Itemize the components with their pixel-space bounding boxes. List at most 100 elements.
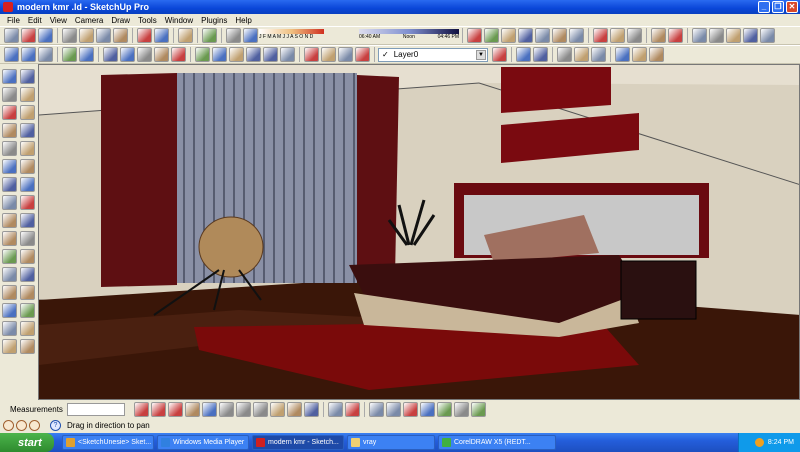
menu-help[interactable]: Help (231, 16, 255, 25)
vray-cam-icon[interactable] (344, 401, 360, 417)
task-sketchup-1[interactable]: <SketchUnesie> Sket... (62, 435, 154, 450)
plugin-gear-icon[interactable] (453, 401, 469, 417)
vray-options-icon[interactable] (150, 401, 166, 417)
back-edges-icon[interactable] (171, 47, 186, 62)
wireframe-icon[interactable] (79, 47, 94, 62)
menu-window[interactable]: Window (161, 16, 197, 25)
minimize-button[interactable]: _ (758, 1, 770, 13)
measurements-input[interactable] (66, 402, 125, 416)
start-button[interactable]: start (0, 433, 54, 452)
zoom-window-icon[interactable] (20, 285, 35, 300)
share-component-icon[interactable] (632, 47, 647, 62)
open-icon[interactable] (21, 28, 36, 43)
texture-icon[interactable] (760, 28, 775, 43)
select-icon[interactable] (4, 47, 19, 62)
vray-omni-icon[interactable] (269, 401, 285, 417)
orbit-icon[interactable] (2, 267, 17, 282)
monochrome-icon[interactable] (154, 47, 169, 62)
rectangle-icon[interactable] (2, 105, 17, 120)
push-pull-icon[interactable] (20, 159, 35, 174)
zoom-extents-icon[interactable] (2, 303, 17, 318)
house-icon[interactable] (338, 47, 353, 62)
shaded-texture-icon[interactable] (137, 47, 152, 62)
axes-icon[interactable] (2, 249, 17, 264)
user-icon[interactable] (29, 420, 40, 431)
arc-icon[interactable] (20, 123, 35, 138)
maximize-button[interactable]: ❐ (772, 1, 784, 13)
shadow-settings[interactable]: J F M A M J J A S O N D (259, 28, 359, 43)
get-component-icon[interactable] (615, 47, 630, 62)
shadow-toggle-icon[interactable] (243, 28, 258, 43)
hidden-line-icon[interactable] (103, 47, 118, 62)
texture-icon[interactable] (668, 28, 683, 43)
vray-render-icon[interactable] (167, 401, 183, 417)
menu-plugins[interactable]: Plugins (197, 16, 231, 25)
chevron-down-icon[interactable]: ▼ (476, 49, 486, 60)
share-model-icon[interactable] (574, 47, 589, 62)
menu-draw[interactable]: Draw (107, 16, 134, 25)
door-icon[interactable] (321, 47, 336, 62)
back-view-icon[interactable] (263, 47, 278, 62)
erase-icon[interactable] (113, 28, 128, 43)
xray-icon[interactable] (62, 47, 77, 62)
window-icon[interactable] (355, 47, 370, 62)
google-earth-icon[interactable] (591, 47, 606, 62)
zoom-icon[interactable] (2, 285, 17, 300)
undo-icon[interactable] (137, 28, 152, 43)
section-icon[interactable] (610, 28, 625, 43)
vray-material-icon[interactable] (133, 401, 149, 417)
tray-icon[interactable] (754, 438, 764, 447)
help-icon[interactable]: ? (50, 420, 61, 431)
model-info-icon[interactable] (202, 28, 217, 43)
front-view-icon[interactable] (229, 47, 244, 62)
plugin-arrow-icon[interactable] (402, 401, 418, 417)
plugin-icon[interactable] (535, 28, 550, 43)
look-around-icon[interactable] (2, 339, 17, 354)
plugin-icon[interactable] (484, 28, 499, 43)
terrain-icon[interactable] (533, 47, 548, 62)
redo-icon[interactable] (154, 28, 169, 43)
paste-icon[interactable] (96, 28, 111, 43)
save-icon[interactable] (38, 28, 53, 43)
position-camera-icon[interactable] (2, 321, 17, 336)
credits-icon[interactable] (16, 420, 27, 431)
plugin-icon[interactable] (501, 28, 516, 43)
texture-sphere-icon[interactable] (709, 28, 724, 43)
task-coreldraw[interactable]: CorelDRAW X5 (REDT... (438, 435, 556, 450)
polygon-icon[interactable] (2, 141, 17, 156)
section-plane-icon[interactable] (20, 339, 35, 354)
text-icon[interactable] (20, 231, 35, 246)
vray-spot-icon[interactable] (235, 401, 251, 417)
offset-icon[interactable] (20, 195, 35, 210)
plugin-star-icon[interactable] (385, 401, 401, 417)
dimension-icon[interactable] (20, 213, 35, 228)
plugin-icon[interactable] (518, 28, 533, 43)
tape-measure-icon[interactable] (2, 213, 17, 228)
component-icon[interactable] (38, 47, 53, 62)
vray-sun-icon[interactable] (303, 401, 319, 417)
copy-icon[interactable] (79, 28, 94, 43)
vray-ies-icon[interactable] (252, 401, 268, 417)
freehand-icon[interactable] (20, 141, 35, 156)
texture-red-icon[interactable] (692, 28, 707, 43)
layer-manager-icon[interactable] (492, 47, 507, 62)
texture-icon[interactable] (726, 28, 741, 43)
orbit-plugin-icon[interactable] (467, 28, 482, 43)
close-button[interactable]: ✕ (786, 1, 798, 13)
line-icon[interactable] (20, 105, 35, 120)
get-models-icon[interactable] (557, 47, 572, 62)
layer-select[interactable]: ✓ Layer0 ▼ (378, 47, 488, 62)
3d-text-icon[interactable] (20, 249, 35, 264)
shaded-icon[interactable] (120, 47, 135, 62)
plugin-icon[interactable] (552, 28, 567, 43)
menu-view[interactable]: View (46, 16, 71, 25)
menu-file[interactable]: File (3, 16, 24, 25)
rotate-icon[interactable] (2, 177, 17, 192)
protractor-icon[interactable] (2, 231, 17, 246)
add-location-icon[interactable] (516, 47, 531, 62)
vray-sphere-icon[interactable] (286, 401, 302, 417)
menu-tools[interactable]: Tools (134, 16, 161, 25)
paint-icon[interactable] (21, 47, 36, 62)
eraser-icon[interactable] (20, 87, 35, 102)
top-view-icon[interactable] (212, 47, 227, 62)
